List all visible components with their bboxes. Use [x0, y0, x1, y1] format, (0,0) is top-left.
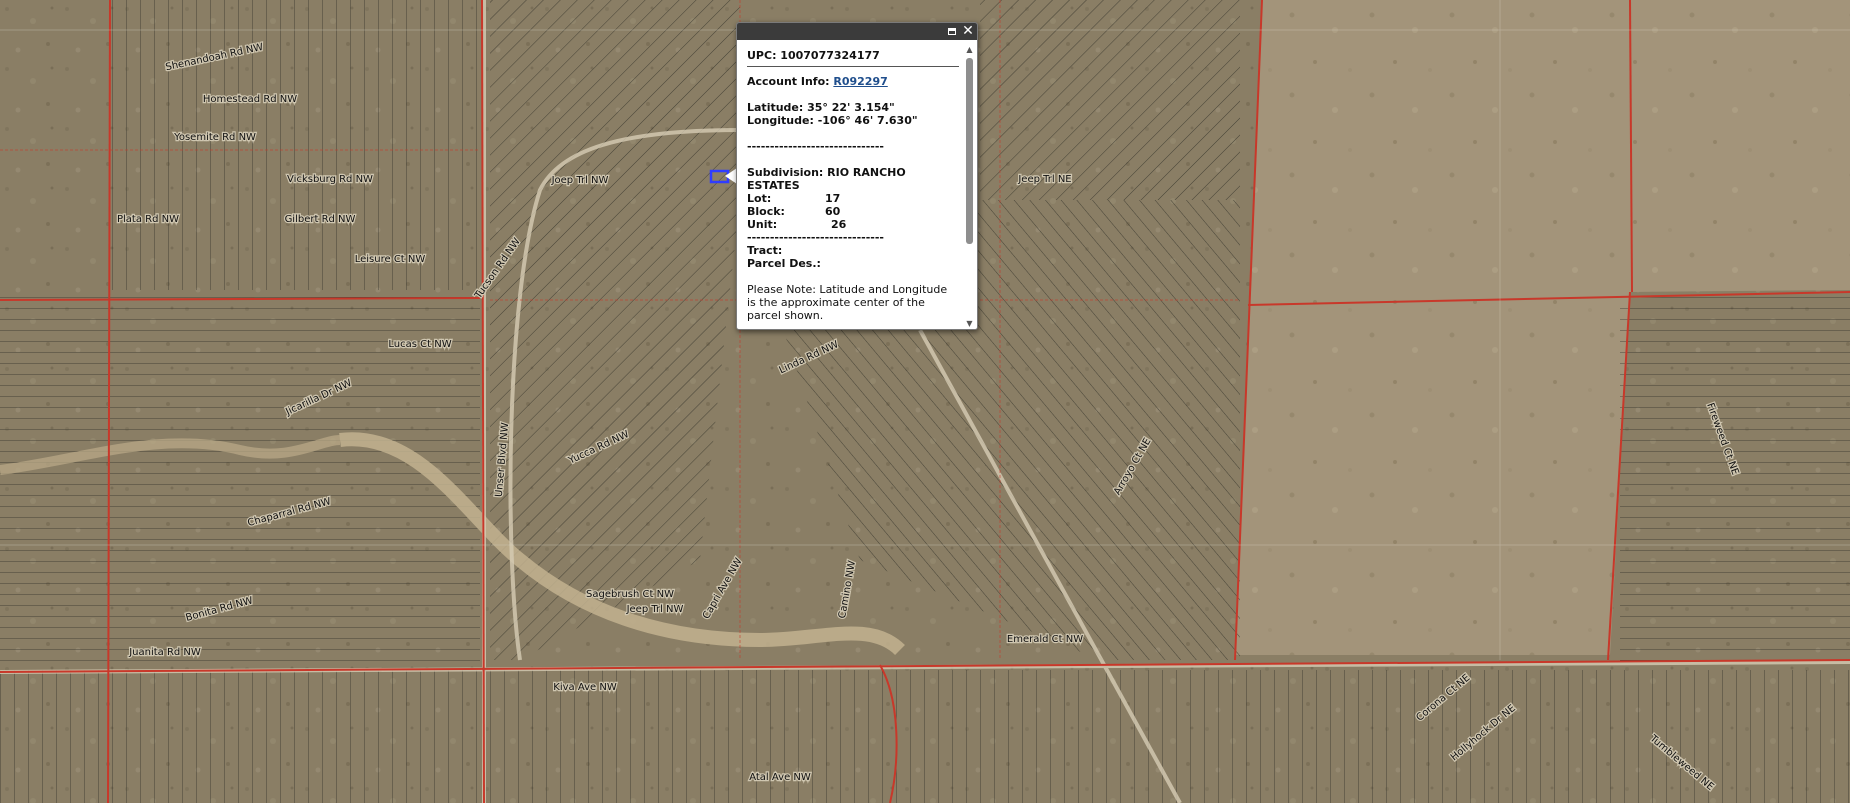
latitude-text: Latitude: 35° 22' 3.154" [747, 101, 895, 114]
parcel-info-popup: ✕ UPC: 1007077324177 Account Info: R0922… [736, 22, 978, 330]
unit-label: Unit: [747, 218, 778, 231]
street-label: Sagebrush Ct NW [586, 589, 674, 600]
street-label: Vicksburg Rd NW [287, 174, 373, 185]
lot-label: Lot: [747, 192, 772, 205]
street-label: Lucas Ct NW [388, 339, 451, 350]
street-label: Joep Trl NW [551, 175, 609, 186]
unit-value: 26 [831, 218, 847, 231]
street-label: Jeep Trl NE [1017, 174, 1071, 185]
coordinates-note: Please Note: Latitude and Longitude is t… [747, 283, 948, 322]
popup-scrollbar[interactable]: ▲ ▼ [964, 45, 975, 329]
block-label: Block: [747, 205, 785, 218]
street-label: Yosemite Rd NW [173, 132, 256, 143]
popup-titlebar: ✕ [737, 23, 977, 40]
account-info-label: Account Info: [747, 75, 834, 88]
street-label: Leisure Ct NW [355, 254, 426, 265]
separator-line-2: ------------------------------ [747, 231, 884, 244]
scroll-thumb[interactable] [966, 58, 973, 244]
scroll-up-icon[interactable]: ▲ [964, 45, 975, 55]
close-icon[interactable]: ✕ [961, 24, 975, 38]
subdivision-text: Subdivision: RIO RANCHO ESTATES [747, 166, 906, 192]
maximize-icon[interactable] [945, 24, 959, 38]
street-label: Kiva Ave NW [553, 682, 617, 693]
upc-text: UPC: 1007077324177 [747, 49, 959, 67]
tract-label: Tract: [747, 244, 783, 257]
popup-content: UPC: 1007077324177 Account Info: R092297… [747, 49, 959, 323]
separator-line: ------------------------------ [747, 140, 884, 153]
account-info-link[interactable]: R092297 [833, 75, 887, 88]
street-label: Juanita Rd NW [128, 647, 201, 658]
lot-value: 17 [825, 192, 841, 205]
scroll-down-icon[interactable]: ▼ [964, 319, 975, 329]
street-label: Atal Ave NW [749, 772, 811, 783]
street-label: Emerald Ct NW [1007, 634, 1083, 645]
street-label: Gilbert Rd NW [285, 214, 356, 225]
street-label: Homestead Rd NW [203, 94, 297, 105]
longitude-text: Longitude: -106° 46' 7.630" [747, 114, 918, 127]
street-label: Jeep Trl NW [626, 604, 684, 615]
street-label: Plata Rd NW [117, 214, 179, 225]
parcel-des-label: Parcel Des.: [747, 257, 821, 270]
block-value: 60 [825, 205, 841, 218]
